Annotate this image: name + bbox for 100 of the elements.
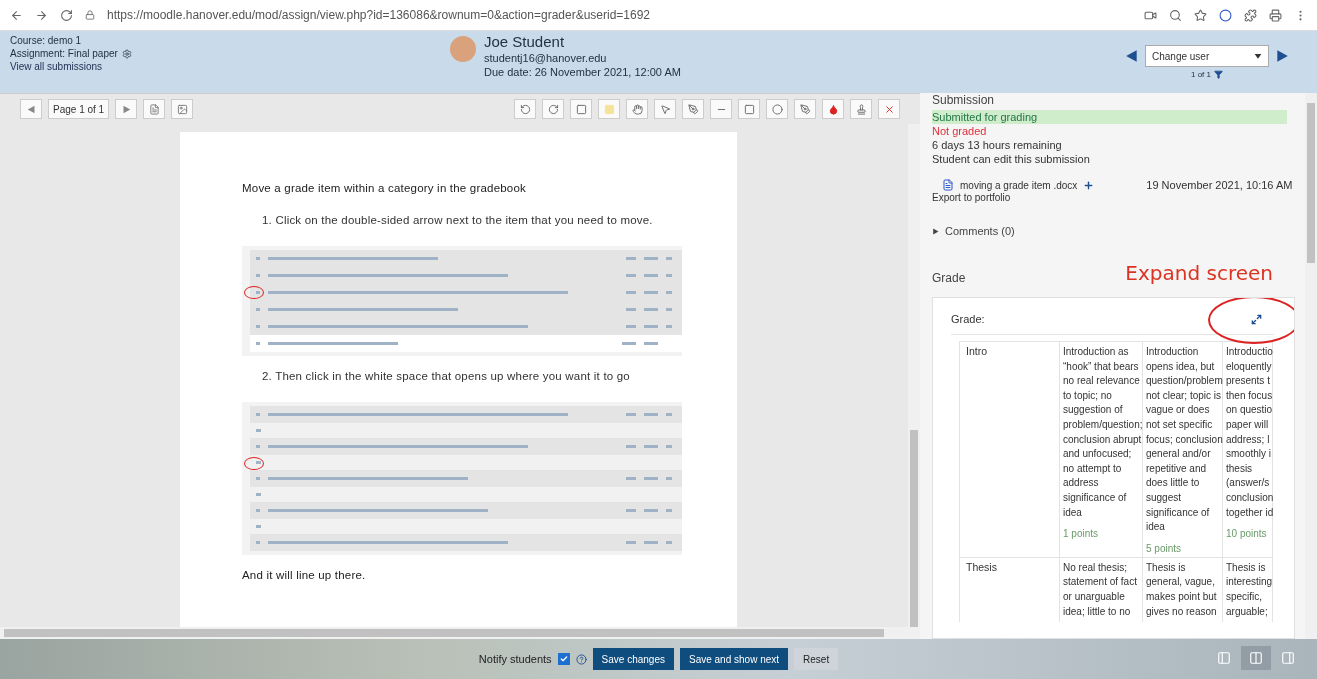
left-triangle-icon[interactable] xyxy=(26,104,36,114)
save-button[interactable]: Save and show next xyxy=(680,648,789,670)
file-date: 19 November 2021, 10:16 AM xyxy=(1146,178,1293,192)
time-remaining: 6 days 13 hours remaining xyxy=(932,138,1063,152)
close-icon[interactable] xyxy=(883,103,895,115)
due-date: Due date: 26 November 2021, 12:00 AM xyxy=(484,66,681,78)
circle-icon[interactable] xyxy=(771,103,783,115)
color-swatch-icon[interactable] xyxy=(603,103,615,115)
previous-user-icon[interactable] xyxy=(1125,49,1139,63)
criterion-cell: Intro xyxy=(960,341,1060,557)
grading-status: Not graded xyxy=(932,124,988,138)
highlighter-button[interactable] xyxy=(794,99,816,119)
hand-button[interactable] xyxy=(626,99,648,119)
vertical-scrollbar[interactable] xyxy=(1305,93,1317,639)
annotation-text: Expand screen xyxy=(1125,261,1273,285)
step-text: 1. Click on the double-sided arrow next to the item that you need to move. xyxy=(262,214,654,226)
expand-triangle-icon[interactable] xyxy=(932,227,939,235)
rectangle-icon[interactable] xyxy=(743,103,755,115)
grade-heading: Grade xyxy=(932,271,966,285)
plus-icon[interactable] xyxy=(1083,179,1095,191)
notify-label: Notify students xyxy=(478,652,552,666)
hand-icon[interactable] xyxy=(631,103,643,115)
pointer-icon[interactable] xyxy=(659,103,671,115)
student-name: Joe Student xyxy=(484,33,566,50)
criterion-cell: Thesis xyxy=(960,556,1060,623)
reset-button[interactable]: Reset xyxy=(794,648,839,670)
lock-icon[interactable] xyxy=(85,10,95,20)
filter-icon[interactable] xyxy=(1214,70,1223,79)
previous-page-button[interactable] xyxy=(20,99,42,119)
stamp-icon[interactable] xyxy=(855,103,867,115)
profile-icon[interactable] xyxy=(1219,8,1232,22)
panel-layout-icon[interactable] xyxy=(1217,651,1231,665)
student-email: studentj16@hanover.edu xyxy=(484,52,608,64)
star-icon[interactable] xyxy=(1194,8,1207,22)
droplet-button[interactable] xyxy=(822,99,844,119)
comment-icon[interactable] xyxy=(575,103,587,115)
next-page-button[interactable] xyxy=(115,99,138,119)
reload-icon[interactable] xyxy=(60,8,73,22)
grade-label: Grade: xyxy=(951,312,985,326)
page-select[interactable]: Page 1 of 1 xyxy=(48,99,110,119)
assignment-name: Assignment: Final paper xyxy=(10,48,118,59)
circle-button[interactable] xyxy=(766,99,788,119)
help-icon[interactable] xyxy=(575,653,587,665)
notify-checkbox[interactable] xyxy=(557,653,570,665)
edit-permission: Student can edit this submission xyxy=(932,152,1091,166)
save-button[interactable]: Save changes xyxy=(592,648,674,670)
level-points: 1 points xyxy=(1063,528,1100,540)
document-icon[interactable] xyxy=(148,103,160,115)
file-link[interactable]: moving a grade item .docx xyxy=(960,179,1078,191)
droplet-icon[interactable] xyxy=(827,103,839,115)
next-user-icon[interactable] xyxy=(1275,49,1289,63)
search-icon[interactable] xyxy=(1169,8,1182,22)
back-icon[interactable] xyxy=(10,8,23,22)
level-points: 10 points xyxy=(1226,528,1268,540)
image-icon[interactable] xyxy=(176,103,188,115)
pen-icon[interactable] xyxy=(687,103,699,115)
check-icon xyxy=(559,655,568,663)
printer-icon[interactable] xyxy=(1269,8,1282,22)
pointer-button[interactable] xyxy=(654,99,676,119)
user-pager: 1 of 1 xyxy=(1191,70,1211,79)
level-cell[interactable]: Introduction as “hook” that bears no real relevance to topic; no suggestion of problem/question; conclusion abrupt and unfocused; no attempt to address significance of idea 1 points xyxy=(1060,341,1143,557)
export-link[interactable]: Export to portfolio xyxy=(932,192,1295,203)
pen-button[interactable] xyxy=(682,99,704,119)
document-heading: Move a grade item within a category in the gradebook xyxy=(242,182,527,194)
forward-icon[interactable] xyxy=(35,8,48,22)
url-field[interactable]: https://moodle.hanover.edu/mod/assign/view.php?id=136086&rownum=0&action=grader&userid=1692 xyxy=(107,8,1132,22)
caret-icon[interactable] xyxy=(1254,52,1262,60)
expand-comments-button[interactable] xyxy=(171,99,194,119)
rotate-right-button[interactable] xyxy=(542,99,564,119)
stamp-button[interactable] xyxy=(850,99,872,119)
vertical-scrollbar[interactable] xyxy=(908,124,920,627)
level-cell[interactable]: Introduction opens idea, but question/problem not clear; topic is vague or does not set specific focus; conclusion general and/or repetitive and does little to suggest significance of idea 5 points xyxy=(1143,341,1223,557)
rotate-left-icon[interactable] xyxy=(519,103,531,115)
panel-layout-icon[interactable] xyxy=(1249,651,1263,665)
highlighter-icon[interactable] xyxy=(799,103,811,115)
rotate-right-icon[interactable] xyxy=(547,103,559,115)
document-icon xyxy=(942,179,954,191)
user-select[interactable]: Change user xyxy=(1145,45,1269,67)
color-swatch-button[interactable] xyxy=(598,99,620,119)
course-name: Course: demo 1 xyxy=(10,35,83,46)
layout-button[interactable] xyxy=(1241,646,1271,670)
right-triangle-icon[interactable] xyxy=(121,104,131,114)
close-button[interactable] xyxy=(878,99,900,119)
panel-layout-icon[interactable] xyxy=(1281,651,1295,665)
submission-status: Submitted for grading xyxy=(932,110,1287,124)
submission-title: Submission xyxy=(932,93,996,107)
expand-icon[interactable] xyxy=(1251,313,1262,325)
horizontal-scrollbar[interactable] xyxy=(0,627,920,639)
comments-toggle[interactable]: Comments (0) xyxy=(945,225,1015,237)
level-cell[interactable]: Introductio eloquently presents t then focus on questio paper will address; l smoothly i thesis (answer/s conclusion together id 10 points xyxy=(1223,341,1273,557)
level-points: 5 points xyxy=(1146,542,1183,554)
comment-button[interactable] xyxy=(570,99,592,119)
avatar xyxy=(450,36,476,62)
search-comments-button[interactable] xyxy=(143,99,166,119)
settings-icon[interactable] xyxy=(121,48,132,59)
rotate-left-button[interactable] xyxy=(514,99,536,119)
step-text: 2. Then click in the white space that opens up where you want it to go xyxy=(262,370,631,382)
rectangle-button[interactable] xyxy=(738,99,760,119)
view-all-link[interactable]: View all submissions xyxy=(10,61,450,72)
puzzle-icon[interactable] xyxy=(1244,8,1257,22)
